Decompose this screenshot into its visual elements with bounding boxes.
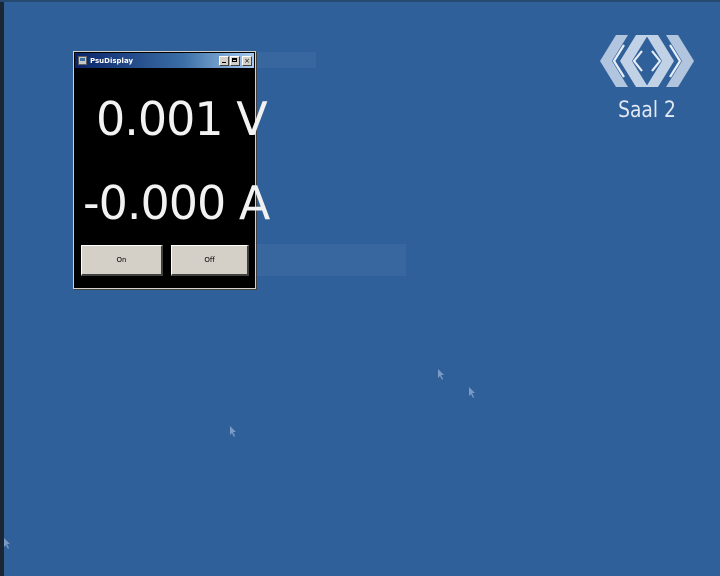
- voltage-reading: 0.001 V: [96, 92, 268, 146]
- cursor-ghost-icon: [438, 369, 444, 380]
- close-button[interactable]: ×: [242, 55, 252, 66]
- screen-top-edge: [0, 0, 720, 2]
- cursor-ghost-icon: [4, 538, 10, 549]
- on-button[interactable]: On: [81, 245, 163, 276]
- maximize-button[interactable]: [230, 55, 240, 66]
- psu-display-window[interactable]: PsuDisplay × 0.001 V -0.000 A On Off: [73, 51, 270, 289]
- window-title: PsuDisplay: [90, 56, 134, 65]
- room-label: Saal 2: [618, 98, 676, 123]
- ghost-artifact: [256, 52, 316, 68]
- minimize-button[interactable]: [219, 55, 229, 66]
- current-reading: -0.000 A: [83, 176, 270, 230]
- title-bar[interactable]: PsuDisplay ×: [75, 53, 254, 68]
- ghost-artifact: [256, 244, 406, 276]
- cursor-ghost-icon: [469, 387, 475, 398]
- desktop: PsuDisplay × 0.001 V -0.000 A On Off Saa…: [0, 0, 720, 576]
- title-bar-buttons: ×: [219, 55, 252, 66]
- screen-left-edge: [0, 0, 4, 576]
- event-logo: [600, 35, 694, 87]
- cursor-ghost-icon: [230, 426, 236, 437]
- app-icon: [78, 56, 87, 65]
- off-button[interactable]: Off: [171, 245, 249, 276]
